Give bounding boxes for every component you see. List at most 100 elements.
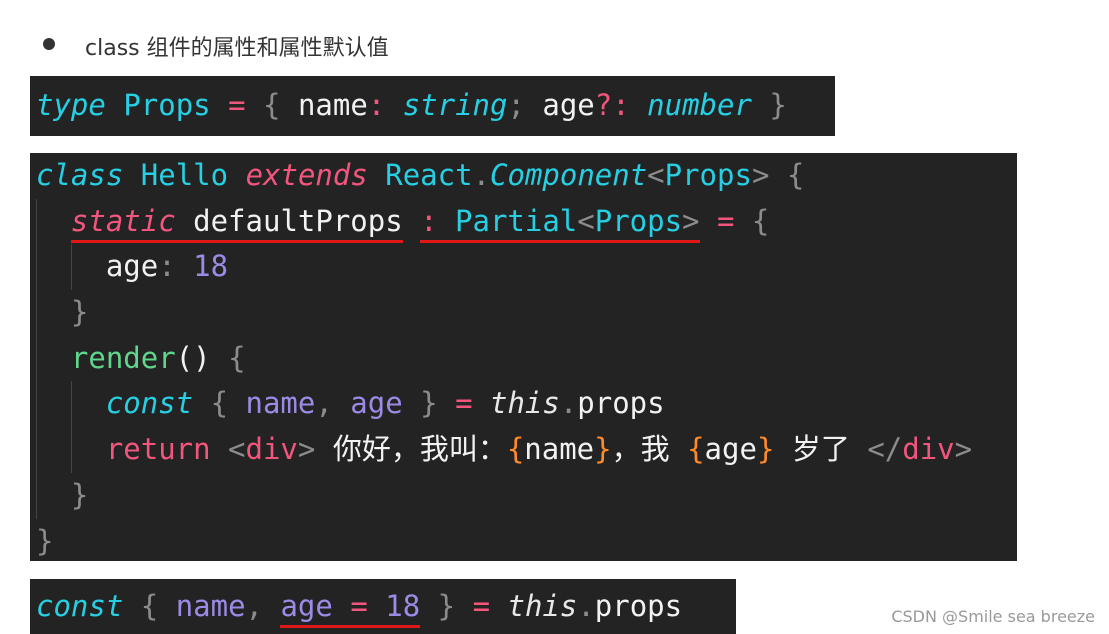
code-token: Props [123,88,211,122]
code-token: { [751,203,770,238]
code-token: } [594,432,612,467]
code-token: ?: [594,88,648,122]
code-block-destructure-default: const { name, age = 18 } = this.props [30,579,736,634]
code-token: = [699,203,752,238]
code-token: } [756,432,775,467]
code-token: . [577,589,595,623]
code-token: Props [664,158,752,192]
code-token: render [70,340,176,375]
code-token: const [36,589,124,623]
code-token: string [402,88,508,122]
code-token: Component [490,158,648,192]
indent-guide [36,472,71,519]
code-token: > [297,432,333,467]
code-line: } [30,519,1017,565]
code-token: name [297,88,368,122]
underlined-code-token: = [332,589,386,628]
code-token: } [70,477,89,512]
code-token: age [542,88,595,122]
code-token: { [769,158,805,192]
code-token: . [472,158,491,192]
code-token: age [350,386,403,421]
indent-guide [36,381,71,428]
indent-guide [36,244,71,291]
code-token: 你好，我叫： [332,432,507,467]
code-token: React [385,158,473,192]
code-token: name [245,386,316,421]
code-line: const { name, age = 18 } = this.props [30,584,736,630]
code-line: } [30,472,1017,519]
underlined-code-token: age [280,589,333,628]
code-token: { [687,432,705,467]
code-token: type [36,88,106,122]
code-token: : [158,249,194,284]
indent-guide [70,427,106,473]
underlined-code-token: static [70,203,176,243]
underlined-code-token: Partial [455,203,578,243]
code-token: ，我 [611,432,688,467]
code-block-class-hello: class Hello extends React.Component<Prop… [30,153,1017,561]
code-line: const { name, age } = this.props [30,381,1017,428]
code-token: } [402,386,456,421]
code-token: age [105,249,159,284]
code-token: age [704,432,757,467]
code-token: name [524,432,595,467]
code-token: { [506,432,525,467]
code-line: render() { [30,335,1017,382]
code-token: props [577,386,665,421]
code-token: number [647,88,752,122]
code-token: name [175,589,246,623]
code-token: } [420,589,473,623]
code-token: ; [507,88,543,122]
code-block-type-props: type Props = { name: string; age?: numbe… [30,76,835,136]
code-token: { [123,589,176,623]
indent-guide [36,335,71,382]
code-token: < [210,432,246,467]
code-line: static defaultProps : Partial<Props> = { [30,198,1017,245]
code-token: const [105,386,194,421]
indent-guide [36,290,71,336]
code-token: , [245,589,281,623]
underlined-code-token: defaultProps [193,203,403,243]
code-token: 岁了 [774,432,868,467]
indent-guide [70,381,106,428]
code-token: = [210,88,264,122]
code-token: extends [245,158,368,192]
code-token: { [228,340,246,375]
code-token: class [36,158,124,192]
code-token: > [751,158,770,192]
code-token: Hello [140,158,229,192]
indent-guide [36,427,71,473]
section-heading: class 组件的属性和属性默认值 [85,36,389,61]
code-token: } [36,523,54,558]
code-token: , [315,386,351,421]
underlined-code-token: < [577,203,595,243]
underlined-code-token [175,203,194,243]
underlined-code-token: > [682,203,700,243]
underlined-code-token: 18 [385,589,421,628]
code-line: type Props = { name: string; age?: numbe… [30,83,835,129]
code-token: } [751,88,787,122]
code-token: () [175,340,229,375]
code-token: { [263,88,298,122]
code-token: : [367,88,403,122]
code-line: } [30,290,1017,336]
code-line: age: 18 [30,244,1017,291]
underlined-code-token: : [420,203,456,243]
bullet-dot [43,38,55,50]
indent-guide [70,244,106,291]
code-token: = [472,589,508,623]
code-token: < [647,158,665,192]
code-token: props [594,589,683,623]
code-token: > [954,432,973,467]
underlined-code-token: Props [594,203,683,243]
watermark: CSDN @Smile sea breeze [891,607,1095,626]
code-token: { [193,386,246,421]
code-line: return <div> 你好，我叫：{name}，我 {age} 岁了 </d… [30,427,1017,473]
code-token: = [455,386,490,421]
code-token: div [245,432,298,467]
